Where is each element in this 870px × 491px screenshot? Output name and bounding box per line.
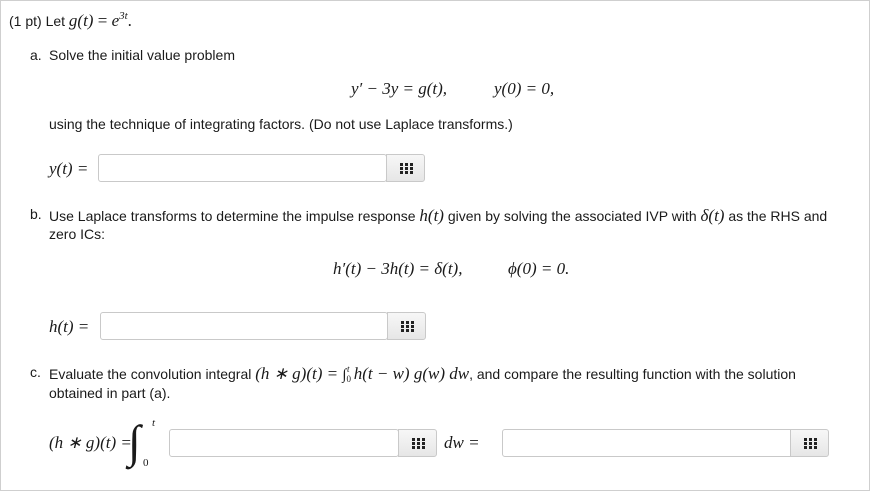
part-a-instruction: using the technique of integrating facto…: [49, 116, 513, 132]
equation-palette-button[interactable]: [790, 429, 829, 457]
part-b-intro: Use Laplace transforms to determine the …: [49, 206, 828, 225]
exp-power: 3t: [119, 10, 128, 22]
equation-palette-grid-icon: [804, 438, 817, 449]
equation-palette-button[interactable]: [386, 154, 425, 182]
y-answer-input[interactable]: [98, 154, 387, 182]
part-a-marker: a.: [30, 47, 42, 63]
integral-upper-limit: t: [152, 417, 156, 429]
part-c-marker: c.: [30, 364, 41, 380]
part-a-equation: y′ − 3y = g(t),: [351, 79, 448, 98]
equation-palette-grid-icon: [400, 163, 413, 174]
equation-palette-grid-icon: [401, 321, 414, 332]
part-b-intro-line2: zero ICs:: [49, 226, 106, 242]
part-b-marker: b.: [30, 206, 42, 222]
part-b-initial-condition: ϕ(0) = 0.: [508, 259, 570, 278]
points-text: (1 pt) Let: [9, 13, 66, 29]
part-a-answer-label: y(t) =: [49, 159, 89, 178]
h-answer-input[interactable]: [100, 312, 388, 340]
exp-base: e: [111, 11, 120, 30]
big-integral-sign: ∫: [128, 416, 141, 467]
part-a-intro: Solve the initial value problem: [49, 47, 235, 63]
part-c-answer-label: (h ∗ g)(t) =: [49, 433, 132, 452]
part-b-answer-label: h(t) =: [49, 317, 90, 336]
problem-statement: (1 pt) Let g(t) = e3t.: [9, 11, 132, 31]
equals-sign: =: [93, 11, 112, 30]
convolution-expression: (h ∗ g)(t) =: [255, 364, 343, 383]
equation-palette-button[interactable]: [387, 312, 426, 340]
period: .: [127, 11, 132, 30]
convolution-result-input[interactable]: [502, 429, 794, 457]
dw-label: dw =: [444, 433, 480, 452]
integral-lower-limit: 0: [143, 457, 149, 469]
integrand-expression: h(t − w) g(w) dw: [353, 364, 470, 383]
equation-palette-grid-icon: [412, 438, 425, 449]
integrand-input[interactable]: [169, 429, 399, 457]
part-c-intro: Evaluate the convolution integral (h ∗ g…: [49, 364, 796, 384]
part-a-initial-condition: y(0) = 0,: [494, 79, 555, 98]
part-c-intro-line2: obtained in part (a).: [49, 385, 171, 401]
part-b-equation: h′(t) − 3h(t) = δ(t),: [333, 259, 463, 278]
g-definition-lhs: g(t): [68, 11, 94, 30]
equation-palette-button[interactable]: [398, 429, 437, 457]
